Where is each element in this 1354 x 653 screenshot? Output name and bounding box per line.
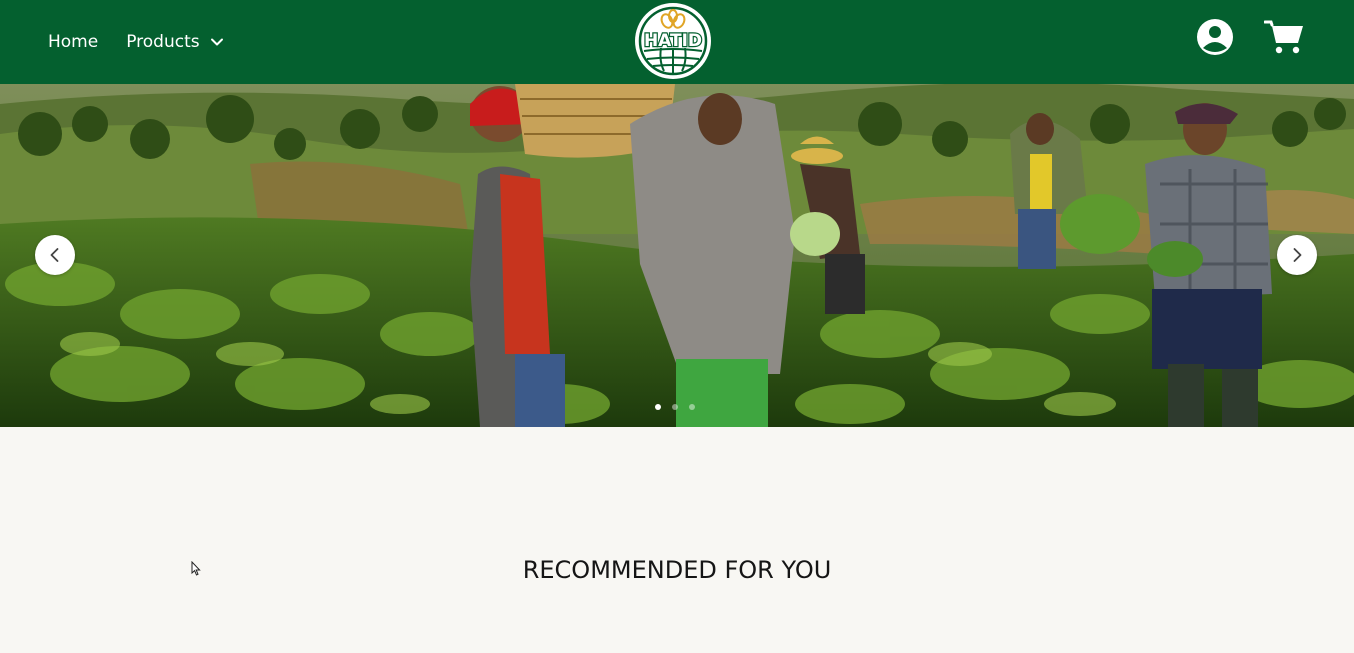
carousel-indicators [655,404,695,410]
chevron-left-icon [50,248,59,262]
logo-wordmark: HATID [644,31,702,51]
recommended-section-title: RECOMMENDED FOR YOU [522,556,832,584]
mouse-pointer-icon [191,561,201,576]
nav-icons [1196,18,1304,56]
hatid-logo-mark: HATID [635,3,711,79]
nav-links: Home Products [48,0,224,84]
chevron-right-icon [1293,248,1302,262]
hatid-logo[interactable]: HATID [633,1,713,81]
carousel-dot-1[interactable] [655,404,661,410]
carousel-next-button[interactable] [1277,235,1317,275]
nav-products-label: Products [126,32,200,52]
hero-image-farmers-field [0,84,1354,427]
hero-carousel [0,84,1354,427]
carousel-dot-2[interactable] [672,404,678,410]
shopping-cart-icon[interactable] [1264,19,1304,55]
nav-home-label: Home [48,32,99,52]
nav-home-link[interactable]: Home [48,32,98,52]
top-navbar: Home Products HATID [0,0,1354,84]
user-account-icon[interactable] [1196,18,1234,56]
carousel-dot-3[interactable] [689,404,695,410]
chevron-down-icon [210,38,223,46]
nav-products-dropdown[interactable]: Products [126,32,223,52]
carousel-prev-button[interactable] [35,235,75,275]
